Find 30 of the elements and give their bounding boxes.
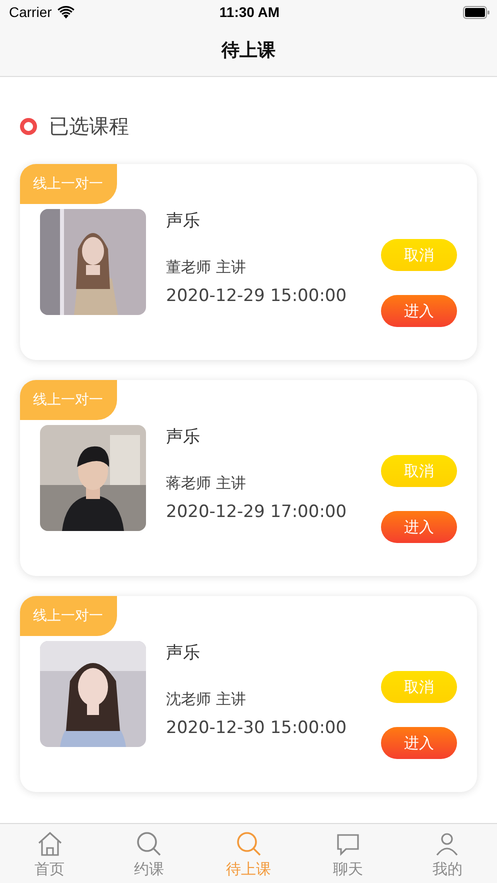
carrier-label: Carrier — [9, 4, 52, 20]
course-type-tag: 线上一对一 — [20, 164, 117, 204]
search-icon — [234, 830, 263, 858]
course-time: 2020-12-29 17:00:00 — [166, 501, 348, 523]
clock-time: 11:30 AM — [219, 4, 280, 20]
page-title: 待上课 — [222, 39, 276, 62]
tab-bar-item[interactable]: 我的 — [398, 824, 497, 883]
tab-bar-item[interactable]: 待上课 — [198, 824, 298, 883]
tab-bar-item[interactable]: 首页 — [0, 824, 100, 883]
ring-icon — [20, 118, 37, 134]
enter-button[interactable]: 进入 — [381, 295, 457, 327]
search-icon — [135, 830, 164, 858]
course-type-tag: 线上一对一 — [20, 380, 117, 420]
course-time: 2020-12-30 15:00:00 — [166, 717, 348, 739]
home-icon — [36, 830, 64, 858]
section-title: 已选课程 — [49, 112, 129, 140]
tab-bar-item[interactable]: 聊天 — [298, 824, 398, 883]
course-title: 声乐 — [166, 210, 201, 232]
teacher-name: 董老师 主讲 — [166, 257, 247, 277]
battery-icon — [463, 6, 490, 18]
wifi-icon — [56, 6, 75, 18]
course-title: 声乐 — [166, 642, 201, 664]
teacher-name: 沈老师 主讲 — [166, 689, 247, 709]
teacher-name: 蒋老师 主讲 — [166, 473, 247, 493]
enter-button[interactable]: 进入 — [381, 727, 457, 759]
course-type-tag: 线上一对一 — [20, 596, 117, 636]
enter-button[interactable]: 进入 — [381, 511, 457, 543]
course-title: 声乐 — [166, 426, 201, 448]
course-time: 2020-12-29 15:00:00 — [166, 285, 348, 307]
tab-bar-item[interactable]: 约课 — [99, 824, 199, 883]
